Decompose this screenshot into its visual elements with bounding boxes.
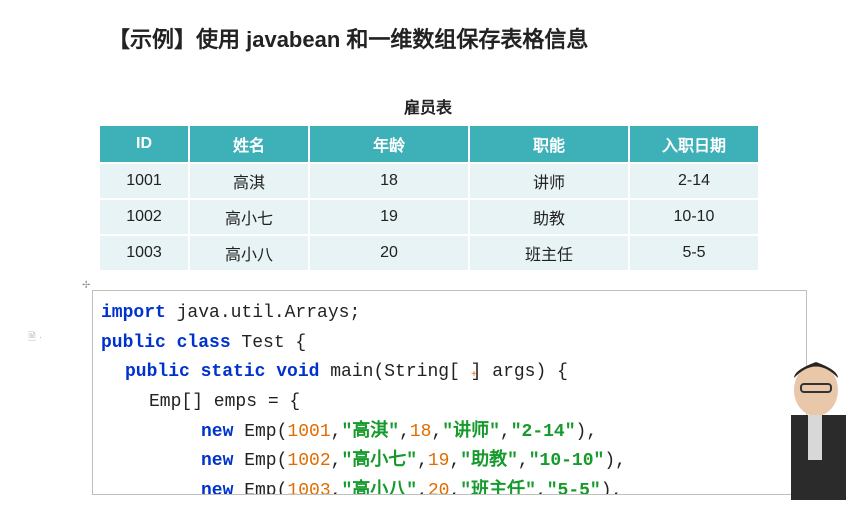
table-row: 1003 高小八 20 班主任 5-5 bbox=[99, 235, 759, 271]
cell: 班主任 bbox=[469, 235, 629, 271]
table-caption: 雇员表 bbox=[98, 94, 758, 118]
page-marker-icon: 🗎 · bbox=[28, 330, 42, 347]
resize-handle-icon: ✢ bbox=[82, 280, 90, 291]
cell: 2-14 bbox=[629, 163, 759, 199]
cell: 1002 bbox=[99, 199, 189, 235]
cell: 5-5 bbox=[629, 235, 759, 271]
cell: 高淇 bbox=[189, 163, 309, 199]
table-row: 1001 高淇 18 讲师 2-14 bbox=[99, 163, 759, 199]
code-line: Emp[] emps = { bbox=[101, 388, 798, 418]
code-line: new Emp(1001,"高淇",18,"讲师","2-14"), bbox=[101, 418, 798, 448]
col-name: 姓名 bbox=[189, 125, 309, 163]
cell: 19 bbox=[309, 199, 469, 235]
cell: 高小七 bbox=[189, 199, 309, 235]
employee-table: ID 姓名 年龄 职能 入职日期 1001 高淇 18 讲师 2-14 1002… bbox=[98, 124, 760, 272]
employee-table-wrap: 雇员表 ID 姓名 年龄 职能 入职日期 1001 高淇 18 讲师 2-14 … bbox=[98, 94, 758, 272]
cell: 讲师 bbox=[469, 163, 629, 199]
col-role: 职能 bbox=[469, 125, 629, 163]
code-line: public static void main(String[ ] args) … bbox=[101, 358, 798, 388]
code-line: public class Test { bbox=[101, 329, 798, 359]
code-line: import java.util.Arrays; bbox=[101, 299, 798, 329]
col-age: 年龄 bbox=[309, 125, 469, 163]
cell: 助教 bbox=[469, 199, 629, 235]
page-title: 【示例】使用 javabean 和一维数组保存表格信息 bbox=[0, 0, 856, 54]
cell: 高小八 bbox=[189, 235, 309, 271]
marker-dot-icon: + bbox=[471, 368, 477, 385]
code-line: new Emp(1002,"高小七",19,"助教","10-10"), bbox=[101, 447, 798, 477]
cell: 10-10 bbox=[629, 199, 759, 235]
table-header-row: ID 姓名 年龄 职能 入职日期 bbox=[99, 125, 759, 163]
col-date: 入职日期 bbox=[629, 125, 759, 163]
presenter-avatar bbox=[766, 350, 856, 500]
cell: 1001 bbox=[99, 163, 189, 199]
cell: 20 bbox=[309, 235, 469, 271]
table-row: 1002 高小七 19 助教 10-10 bbox=[99, 199, 759, 235]
col-id: ID bbox=[99, 125, 189, 163]
code-line: new Emp(1003,"高小八",20,"班主任","5-5"), bbox=[101, 477, 798, 495]
cell: 1003 bbox=[99, 235, 189, 271]
code-block: + import java.util.Arrays; public class … bbox=[92, 290, 807, 495]
cell: 18 bbox=[309, 163, 469, 199]
